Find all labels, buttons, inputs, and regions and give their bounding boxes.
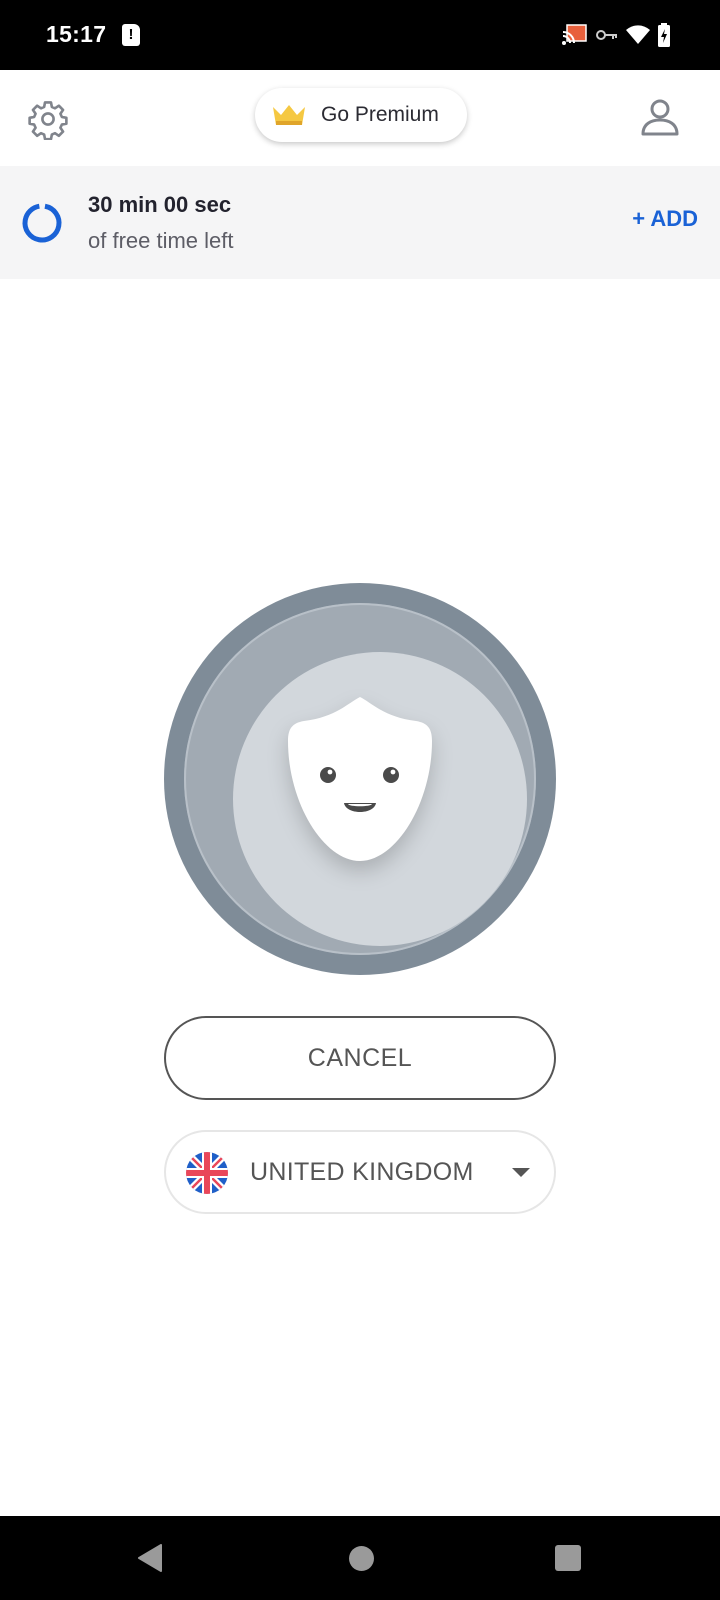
gear-icon[interactable] <box>27 98 69 140</box>
time-left-caption: of free time left <box>88 228 234 253</box>
wifi-icon <box>626 25 650 44</box>
timer-progress-icon <box>22 203 62 243</box>
top-bar: Go Premium <box>0 70 720 166</box>
system-nav-bar <box>0 1516 720 1600</box>
user-icon[interactable] <box>640 98 680 138</box>
go-premium-button[interactable]: Go Premium <box>255 88 467 142</box>
free-time-banner: 30 min 00 sec of free time left + ADD <box>0 166 720 279</box>
vpn-key-icon <box>596 30 617 40</box>
battery-charging-icon <box>658 23 670 47</box>
crown-icon <box>273 105 305 125</box>
recents-icon[interactable] <box>555 1545 581 1571</box>
chevron-down-icon <box>512 1168 530 1177</box>
add-time-button[interactable]: + ADD <box>632 206 698 232</box>
time-left-value: 30 min 00 sec <box>88 192 232 217</box>
back-icon[interactable] <box>137 1544 163 1572</box>
status-bar: 15:17 ! <box>0 0 720 70</box>
uk-flag-icon <box>186 1152 228 1194</box>
status-time: 15:17 <box>46 21 107 47</box>
go-premium-label: Go Premium <box>321 103 439 126</box>
cast-icon <box>562 24 587 45</box>
sim-alert-icon: ! <box>122 24 140 46</box>
status-icons <box>562 22 670 48</box>
cancel-button[interactable]: CANCEL <box>164 1016 556 1100</box>
country-label: UNITED KINGDOM <box>250 1158 474 1186</box>
connect-button[interactable] <box>164 583 556 975</box>
shield-face-icon <box>288 697 432 861</box>
country-selector[interactable]: UNITED KINGDOM <box>164 1130 556 1214</box>
home-icon[interactable] <box>349 1546 374 1571</box>
